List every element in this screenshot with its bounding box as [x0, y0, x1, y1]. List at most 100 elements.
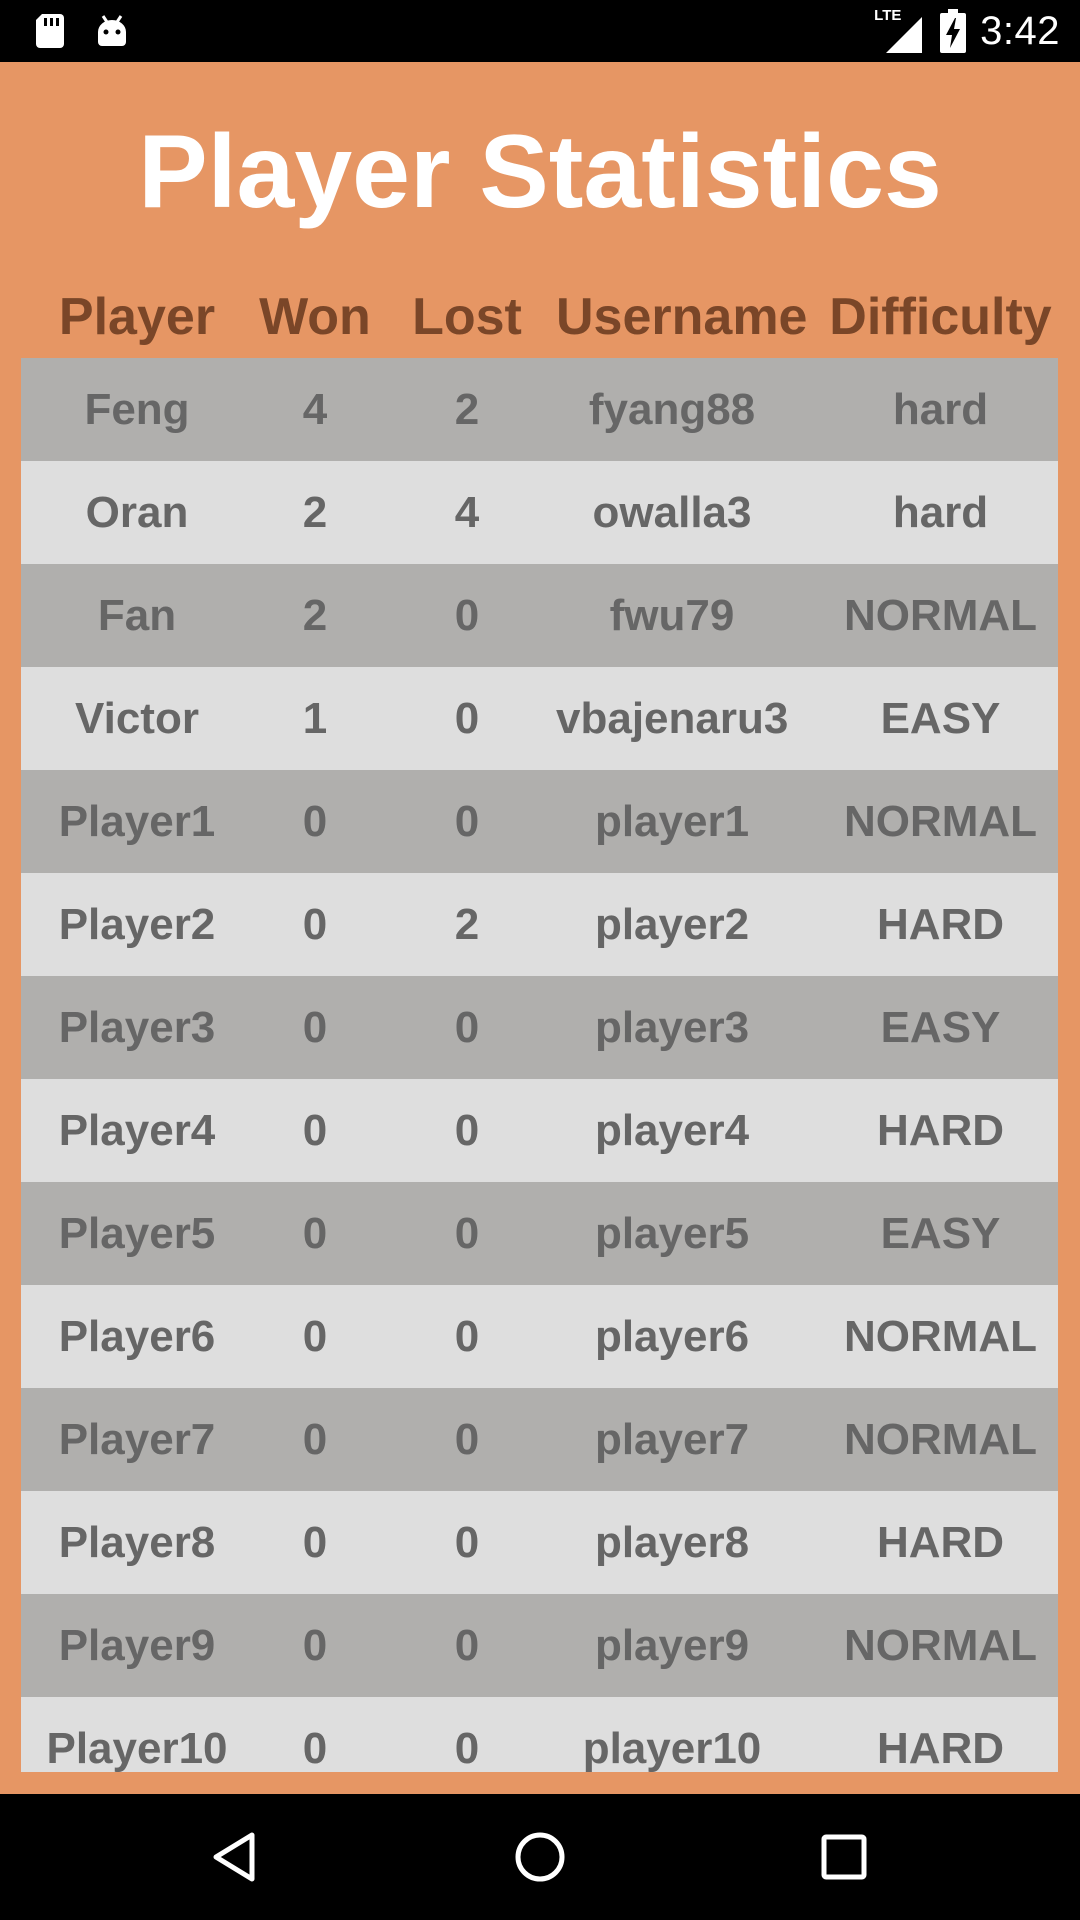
- cell-won: 0: [302, 1724, 328, 1772]
- header-player: Player: [58, 288, 216, 346]
- back-icon[interactable]: [206, 1827, 266, 1887]
- cell-player: Oran: [85, 488, 189, 537]
- cell-lost: 0: [454, 1415, 480, 1464]
- cell-username: player9: [594, 1621, 750, 1670]
- cell-player: Player8: [58, 1518, 216, 1567]
- cell-difficulty: HARD: [876, 1106, 1005, 1155]
- cell-player: Player9: [58, 1621, 216, 1670]
- cell-username: player4: [594, 1106, 750, 1155]
- sd-card-icon: [36, 14, 64, 48]
- cell-difficulty: HARD: [876, 1724, 1005, 1772]
- cell-won: 2: [302, 488, 328, 537]
- cell-lost: 2: [454, 900, 480, 949]
- cell-won: 0: [302, 797, 328, 846]
- cell-username: vbajenaru3: [556, 694, 789, 743]
- table-row[interactable]: Player1 0 0 player1 NORMAL: [21, 770, 1058, 873]
- cell-won: 0: [302, 1415, 328, 1464]
- status-bar: LTE 3:42: [0, 0, 1080, 62]
- cell-lost: 0: [454, 1518, 480, 1567]
- header-username: Username: [556, 288, 808, 346]
- table-row[interactable]: Player7 0 0 player7 NORMAL: [21, 1388, 1058, 1491]
- cell-lost: 0: [454, 797, 480, 846]
- cell-username: player1: [594, 797, 750, 846]
- android-icon: [98, 15, 126, 46]
- cell-player: Player4: [58, 1106, 216, 1155]
- status-time: 3:42: [980, 8, 1060, 53]
- cell-difficulty: EASY: [880, 1003, 1001, 1052]
- cell-difficulty: NORMAL: [843, 591, 1038, 640]
- cell-won: 0: [302, 1518, 328, 1567]
- cell-player: Player2: [58, 900, 216, 949]
- cell-lost: 0: [454, 1312, 480, 1361]
- table-row[interactable]: Player10 0 0 player10 HARD: [21, 1697, 1058, 1772]
- header-difficulty: Difficulty: [829, 288, 1052, 346]
- cell-lost: 0: [454, 1209, 480, 1258]
- table-row[interactable]: Oran 2 4 owalla3 hard: [21, 461, 1058, 564]
- cell-lost: 2: [454, 385, 480, 434]
- cell-player: Player3: [58, 1003, 216, 1052]
- cell-difficulty: HARD: [876, 900, 1005, 949]
- cell-won: 0: [302, 1621, 328, 1670]
- cell-won: 0: [302, 900, 328, 949]
- cell-username: player10: [582, 1724, 762, 1772]
- cell-won: 2: [302, 591, 328, 640]
- cell-lost: 0: [454, 694, 480, 743]
- cell-won: 0: [302, 1312, 328, 1361]
- cell-username: player2: [594, 900, 750, 949]
- header-won: Won: [259, 288, 371, 346]
- page-title: Player Statistics: [138, 114, 942, 230]
- table-row[interactable]: Player2 0 2 player2 HARD: [21, 873, 1058, 976]
- cell-difficulty: NORMAL: [843, 1415, 1038, 1464]
- cell-player: Player7: [58, 1415, 216, 1464]
- cell-lost: 4: [454, 488, 480, 537]
- cell-username: fyang88: [588, 385, 756, 434]
- cell-lost: 0: [454, 1724, 480, 1772]
- cell-difficulty: NORMAL: [843, 1621, 1038, 1670]
- cell-username: player3: [594, 1003, 750, 1052]
- cell-player: Fan: [97, 591, 177, 640]
- table-row[interactable]: Player5 0 0 player5 EASY: [21, 1182, 1058, 1285]
- table-header: Player Won Lost Username Difficulty: [21, 282, 1058, 352]
- header-lost: Lost: [412, 288, 522, 346]
- status-right-group: LTE 3:42: [874, 0, 1060, 62]
- cell-won: 4: [302, 385, 328, 434]
- cell-player: Player6: [58, 1312, 216, 1361]
- battery-charging-icon: [940, 9, 967, 53]
- cell-player: Player1: [58, 797, 216, 846]
- signal-icon: LTE: [874, 5, 926, 57]
- home-icon[interactable]: [510, 1827, 570, 1887]
- cell-difficulty: hard: [892, 488, 989, 537]
- table-row[interactable]: Player6 0 0 player6 NORMAL: [21, 1285, 1058, 1388]
- cell-username: fwu79: [609, 591, 735, 640]
- cell-won: 0: [302, 1209, 328, 1258]
- cell-username: player7: [594, 1415, 750, 1464]
- cell-lost: 0: [454, 591, 480, 640]
- cell-player: Victor: [75, 694, 199, 743]
- cell-won: 0: [302, 1106, 328, 1155]
- table-row[interactable]: Fan 2 0 fwu79 NORMAL: [21, 564, 1058, 667]
- table-row[interactable]: Feng 4 2 fyang88 hard: [21, 358, 1058, 461]
- stats-list[interactable]: Feng 4 2 fyang88 hard Oran 2 4 owalla3 h…: [21, 358, 1058, 1772]
- cell-username: player8: [594, 1518, 750, 1567]
- cell-username: owalla3: [592, 488, 752, 537]
- recents-icon[interactable]: [814, 1827, 874, 1887]
- cell-lost: 0: [454, 1003, 480, 1052]
- cell-won: 0: [302, 1003, 328, 1052]
- cell-won: 1: [302, 694, 328, 743]
- cell-difficulty: HARD: [876, 1518, 1005, 1567]
- cell-player: Player5: [58, 1209, 216, 1258]
- table-row[interactable]: Victor 1 0 vbajenaru3 EASY: [21, 667, 1058, 770]
- cell-difficulty: NORMAL: [843, 1312, 1038, 1361]
- cell-player: Player10: [46, 1724, 228, 1772]
- cell-difficulty: NORMAL: [843, 797, 1038, 846]
- table-row[interactable]: Player8 0 0 player8 HARD: [21, 1491, 1058, 1594]
- table-row[interactable]: Player9 0 0 player9 NORMAL: [21, 1594, 1058, 1697]
- table-row[interactable]: Player3 0 0 player3 EASY: [21, 976, 1058, 1079]
- cell-difficulty: EASY: [880, 1209, 1001, 1258]
- cell-difficulty: hard: [892, 385, 989, 434]
- cell-difficulty: EASY: [880, 694, 1001, 743]
- cell-lost: 0: [454, 1621, 480, 1670]
- cell-player: Feng: [84, 385, 190, 434]
- navigation-bar: [0, 1794, 1080, 1920]
- table-row[interactable]: Player4 0 0 player4 HARD: [21, 1079, 1058, 1182]
